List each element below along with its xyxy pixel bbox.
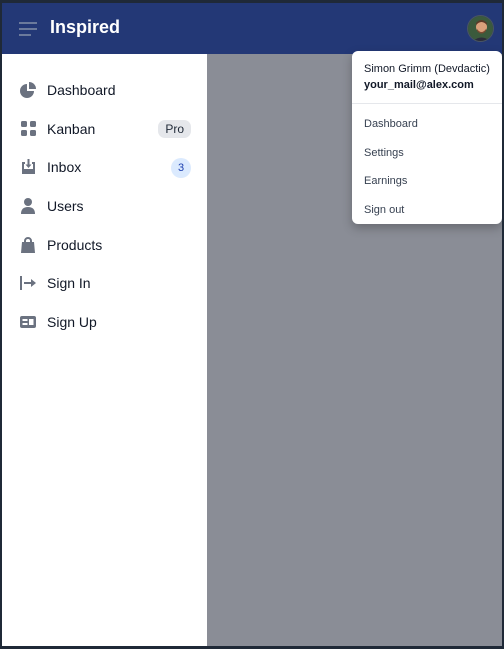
sidebar-item-label: Sign Up bbox=[47, 313, 97, 330]
sidebar-item-label: Users bbox=[47, 198, 84, 215]
sidebar-item-label: Inbox bbox=[47, 159, 82, 176]
user-avatar[interactable] bbox=[467, 15, 494, 42]
sidebar-item-sign-up[interactable]: Sign Up bbox=[2, 303, 207, 342]
hamburger-icon[interactable] bbox=[16, 19, 40, 39]
sign-up-icon bbox=[19, 313, 37, 331]
user-info: Simon Grimm (Devdactic) your_mail@alex.c… bbox=[352, 51, 502, 104]
app-window: Inspired Dashboard Kanban Pro Inbox 3 Us… bbox=[2, 3, 502, 646]
sidebar-item-label: Products bbox=[47, 236, 103, 253]
sidebar-item-label: Sign In bbox=[47, 275, 91, 292]
sidebar-item-label: Dashboard bbox=[47, 82, 116, 99]
menu-item-sign-out[interactable]: Sign out bbox=[352, 196, 502, 225]
user-icon bbox=[19, 197, 37, 215]
app-title: Inspired bbox=[50, 17, 121, 37]
menu-item-earnings[interactable]: Earnings bbox=[352, 167, 502, 196]
user-email: your_mail@alex.com bbox=[364, 79, 474, 91]
sign-in-icon bbox=[19, 274, 37, 292]
user-name: Simon Grimm (Devdactic) bbox=[364, 63, 490, 75]
user-menu-dropdown: Simon Grimm (Devdactic) your_mail@alex.c… bbox=[352, 51, 502, 224]
user-menu-list: Dashboard Settings Earnings Sign out bbox=[352, 104, 502, 224]
sidebar-item-products[interactable]: Products bbox=[2, 225, 207, 264]
sidebar-item-sign-in[interactable]: Sign In bbox=[2, 264, 207, 303]
top-navbar: Inspired bbox=[2, 3, 502, 54]
inbox-icon bbox=[19, 158, 37, 176]
pro-badge: Pro bbox=[158, 119, 191, 138]
sidebar-item-label: Kanban bbox=[47, 120, 96, 137]
sidebar: Dashboard Kanban Pro Inbox 3 Users Produ… bbox=[2, 54, 207, 646]
sidebar-item-kanban[interactable]: Kanban Pro bbox=[2, 110, 207, 149]
menu-item-settings[interactable]: Settings bbox=[352, 139, 502, 168]
sidebar-item-inbox[interactable]: Inbox 3 bbox=[2, 148, 207, 187]
grid-icon bbox=[19, 120, 37, 138]
shopping-bag-icon bbox=[19, 236, 37, 254]
sidebar-item-dashboard[interactable]: Dashboard bbox=[2, 71, 207, 110]
unread-count-badge: 3 bbox=[171, 158, 191, 179]
menu-item-dashboard[interactable]: Dashboard bbox=[352, 110, 502, 139]
chart-pie-icon bbox=[19, 81, 37, 99]
sidebar-item-users[interactable]: Users bbox=[2, 187, 207, 226]
